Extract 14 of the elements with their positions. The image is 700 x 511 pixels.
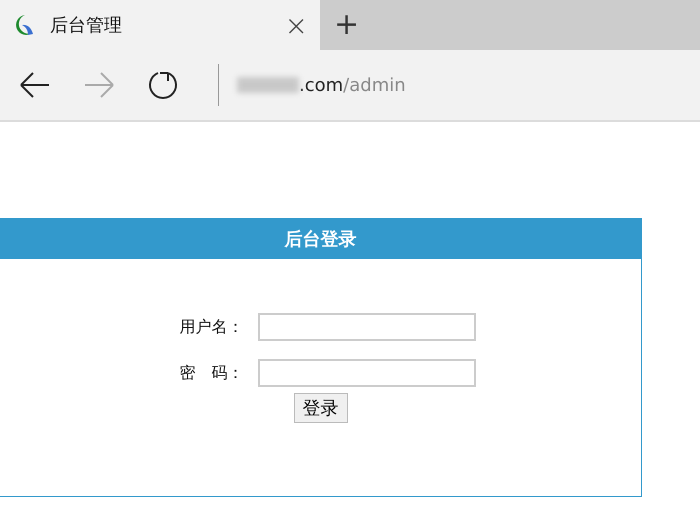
address-field[interactable]: .com/admin [237, 74, 406, 96]
new-tab-button[interactable]: + [320, 0, 374, 50]
field-label: 密 码： [180, 362, 244, 384]
forward-icon[interactable] [82, 70, 116, 100]
panel-title: 后台登录 [284, 228, 356, 251]
tab-title: 后台管理 [50, 14, 123, 37]
field-label: 用户名： [180, 316, 244, 338]
input-field[interactable] [258, 359, 476, 387]
browser-tab[interactable]: 后台管理 × [0, 0, 320, 50]
close-tab-button[interactable]: × [284, 8, 308, 42]
back-icon[interactable] [18, 70, 52, 100]
blurred-text [237, 77, 299, 93]
input-field[interactable] [258, 313, 476, 341]
login-button[interactable]: 登录 [294, 393, 348, 423]
